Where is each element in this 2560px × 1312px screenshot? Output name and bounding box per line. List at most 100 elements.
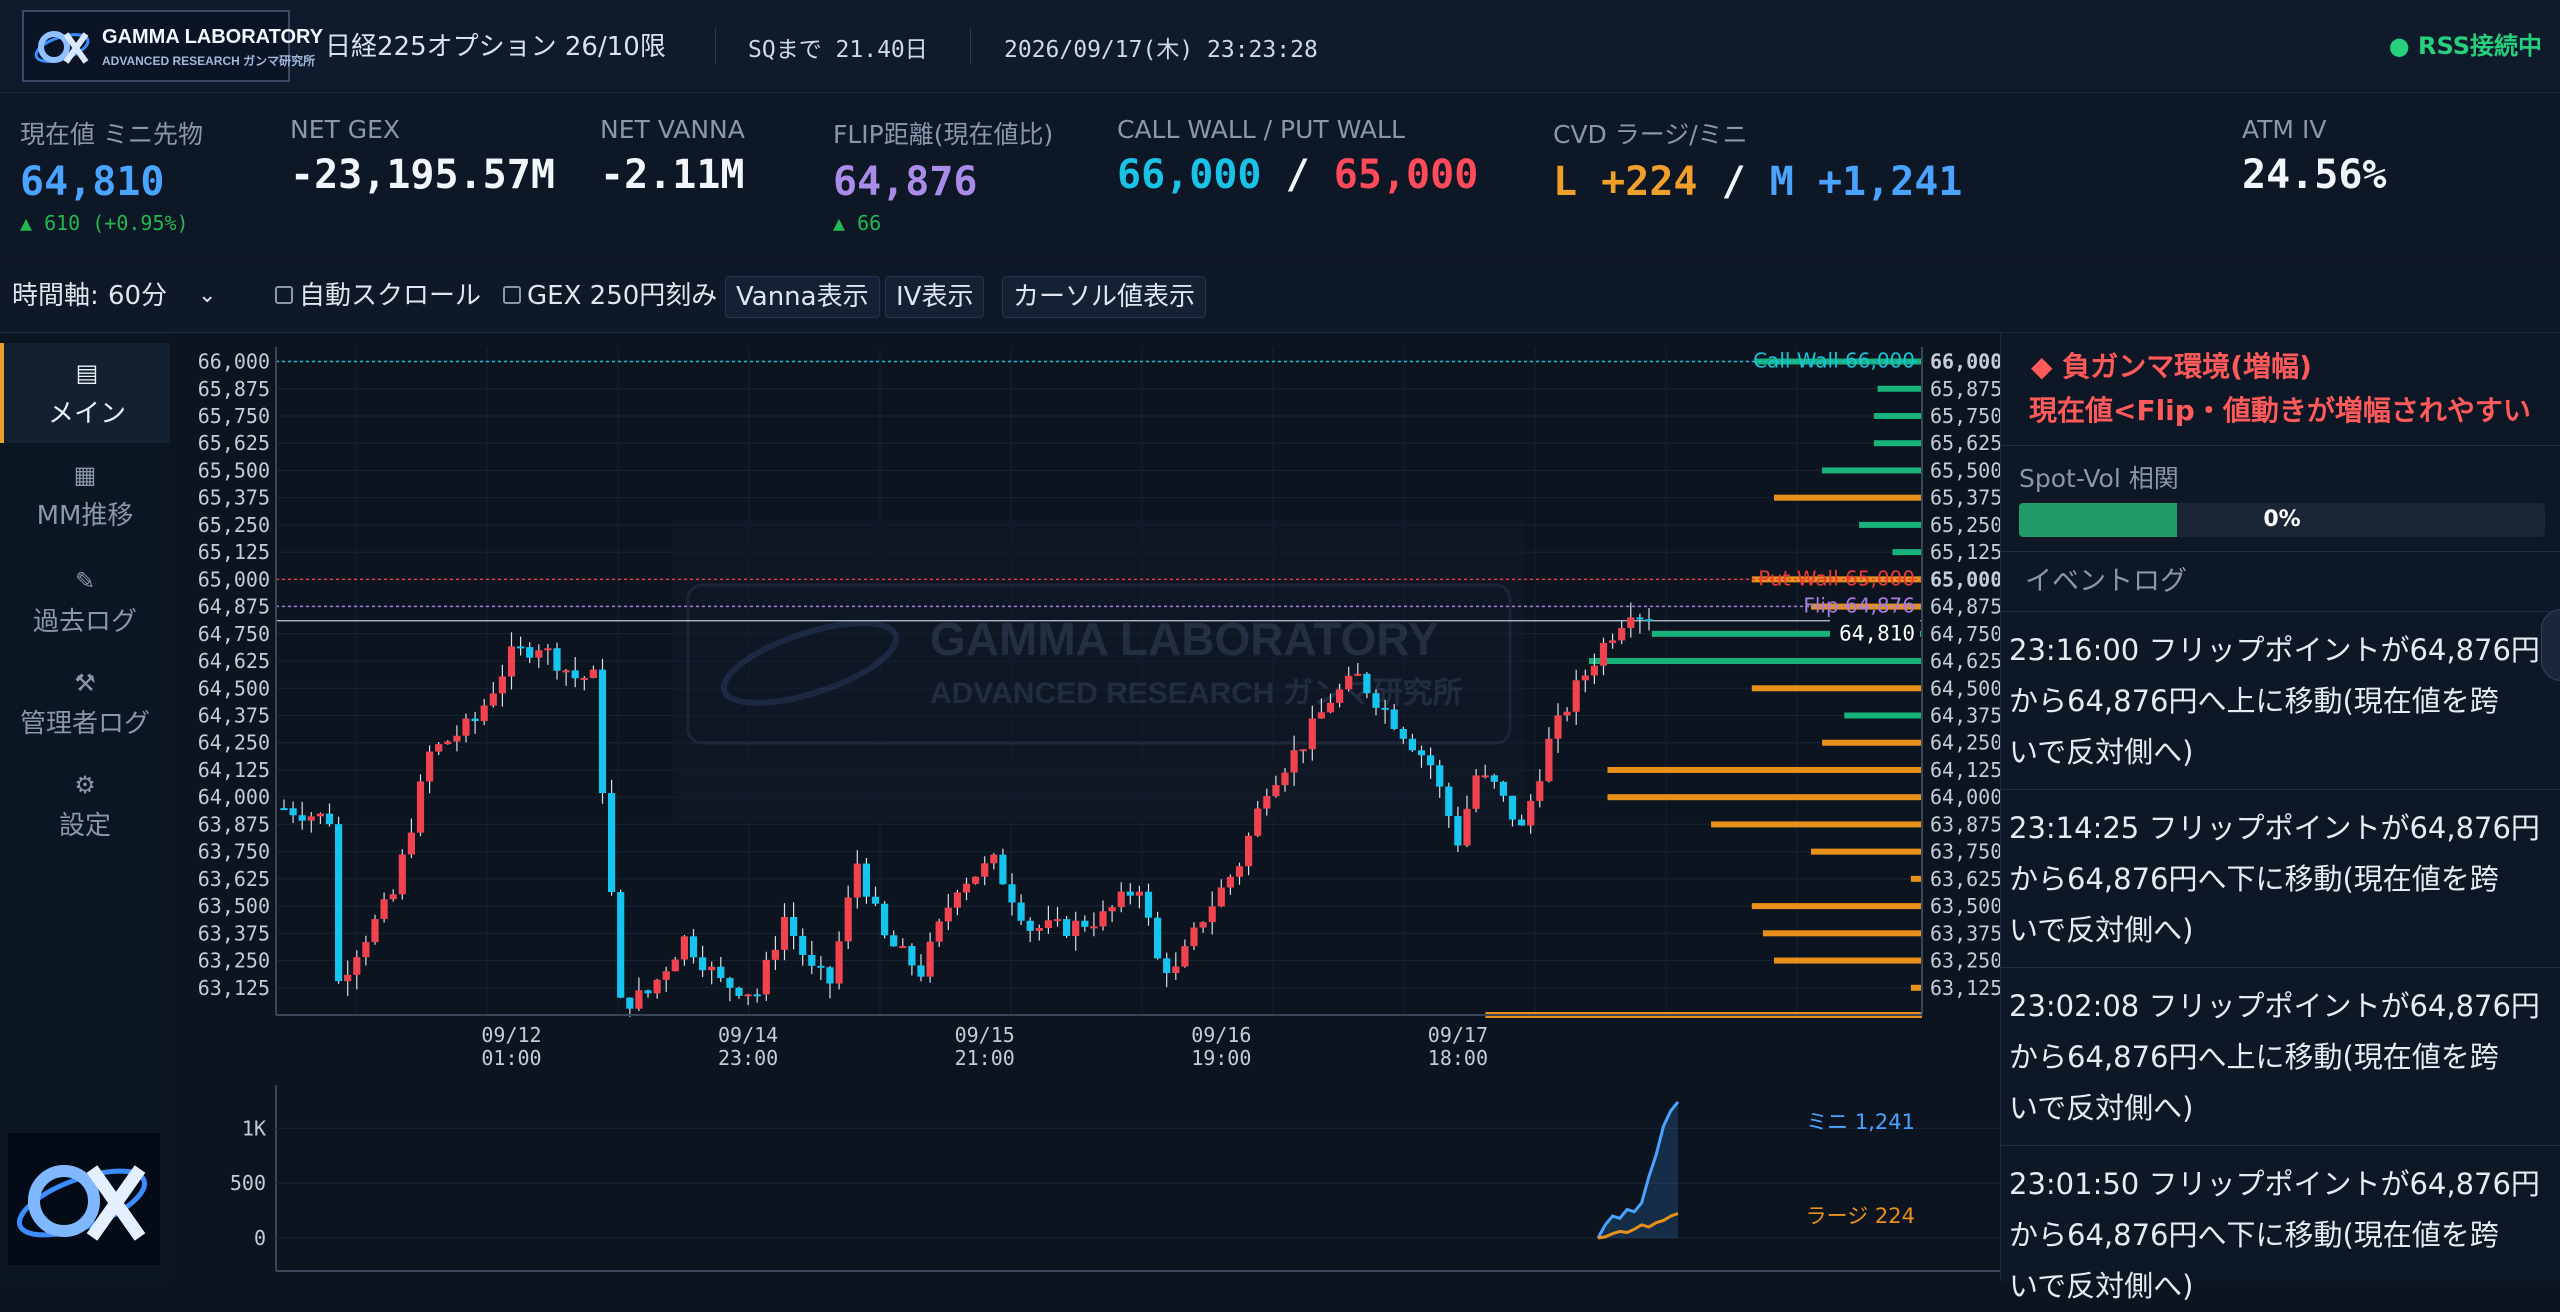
candle-body xyxy=(699,957,707,971)
candle-body xyxy=(1008,884,1016,903)
candle-body xyxy=(1618,628,1626,641)
candle-body xyxy=(626,997,634,1009)
candle-body xyxy=(1235,866,1244,877)
sidebar-item-label: 過去ログ xyxy=(32,607,137,637)
y-tick-label-right: 63,250 xyxy=(1930,949,2000,973)
divider xyxy=(715,28,716,64)
event-log-item: 23:14:25 フリップポイントが64,876円 から64,876円へ下に移動… xyxy=(2009,803,2557,956)
candle-body xyxy=(1072,920,1080,936)
divider xyxy=(2001,445,2560,446)
y-tick-label: 64,375 xyxy=(198,703,270,727)
gex-bar xyxy=(1751,685,1922,692)
gex-bar xyxy=(1822,739,1922,746)
sidebar-item-label: MM推移 xyxy=(36,501,134,531)
metric-net-gex-value: -23,195.57M xyxy=(290,152,555,198)
candle-body xyxy=(1563,711,1571,716)
timeframe-value: 60分 xyxy=(108,281,168,311)
candle-body xyxy=(307,816,315,821)
candle-body xyxy=(1326,702,1335,713)
checkbox-icon xyxy=(503,285,521,304)
candle-body xyxy=(535,650,543,658)
sidebar-item-history[interactable]: ✎ 過去ログ xyxy=(0,551,170,651)
event-log-line: いで反対側へ) xyxy=(2009,913,2194,947)
chart-area[interactable]: GAMMA LABORATORY ADVANCED RESEARCH ガンマ研究… xyxy=(170,333,2002,1281)
candle-body xyxy=(298,815,306,821)
candle-body xyxy=(462,718,470,736)
divider xyxy=(2001,1145,2560,1146)
metric-atm-iv-label: ATM IV xyxy=(2242,115,2327,144)
y-tick-label: 64,500 xyxy=(198,676,270,700)
candle-body xyxy=(1217,887,1225,907)
candle-body xyxy=(753,994,761,997)
timeframe-select[interactable]: 60分 ⌄ xyxy=(108,276,228,316)
candle-body xyxy=(635,990,643,1009)
y-tick-label-right: 63,875 xyxy=(1930,812,2000,836)
timeframe-label: 時間軸: xyxy=(12,281,99,311)
event-log-line: から64,876円へ下に移動(現在値を跨 xyxy=(2009,1218,2499,1252)
y-tick-label: 63,375 xyxy=(198,921,270,945)
candle-body xyxy=(762,959,770,995)
right-panel: ◆ 負ガンマ環境(増幅) 現在値<Flip・値動きが増幅されやすい Spot-V… xyxy=(2000,333,2560,1303)
y-tick-label-right: 65,250 xyxy=(1930,513,2000,537)
iv-button[interactable]: IV表示 xyxy=(885,276,985,318)
sidebar-item-main[interactable]: ▤ メイン xyxy=(0,343,170,443)
candle-body xyxy=(517,646,525,649)
candle-body xyxy=(617,892,625,998)
candle-body xyxy=(780,917,789,950)
x-tick-time: 19:00 xyxy=(1191,1046,1251,1070)
candle-body xyxy=(1144,891,1153,918)
candle-body xyxy=(1053,919,1062,922)
panel-collapse-handle[interactable] xyxy=(2541,609,2560,681)
candle-body xyxy=(1508,795,1517,820)
candle-body xyxy=(1490,775,1498,782)
candle-body xyxy=(1463,808,1471,846)
candle-body xyxy=(1399,728,1407,739)
candle-body xyxy=(416,781,425,833)
gex-step-label: GEX 250円刻み xyxy=(527,281,718,311)
sidebar-item-admin-log[interactable]: ⚒ 管理者ログ xyxy=(0,653,170,753)
x-tick-time: 23:00 xyxy=(718,1046,778,1070)
event-log-line: いで反対側へ) xyxy=(2009,1269,2194,1303)
sidebar-item-mm[interactable]: ▦ MM推移 xyxy=(0,445,170,545)
candle-body xyxy=(1044,920,1052,929)
auto-scroll-checkbox[interactable]: 自動スクロール xyxy=(275,276,481,316)
sidebar-item-settings[interactable]: ⚙ 設定 xyxy=(0,755,170,855)
cvd-tick-label: 0 xyxy=(254,1226,266,1250)
chevron-down-icon: ⌄ xyxy=(198,283,217,308)
gex-bar xyxy=(1892,549,1922,556)
gex-bar xyxy=(1751,903,1922,910)
candle-body xyxy=(389,894,397,900)
gex-step-checkbox[interactable]: GEX 250円刻み xyxy=(503,276,717,316)
walls-separator: / xyxy=(1285,152,1310,198)
metric-net-gex: NET GEX -23,195.57M xyxy=(290,115,555,198)
candle-body xyxy=(544,648,552,651)
price-chart[interactable]: GAMMA LABORATORY ADVANCED RESEARCH ガンマ研究… xyxy=(170,333,2002,1281)
x-tick-date: 09/12 xyxy=(481,1023,541,1047)
y-tick-label: 64,875 xyxy=(198,595,270,619)
brand-logo[interactable]: GAMMA LABORATORY ADVANCED RESEARCH ガンマ研究… xyxy=(22,10,323,82)
candle-body xyxy=(972,876,980,884)
candle-body xyxy=(1363,673,1371,694)
y-tick-label-right: 64,875 xyxy=(1930,595,2000,619)
event-log-line: 23:02:08 フリップポイントが64,876円 xyxy=(2009,989,2540,1023)
cvd-tick-label: 1K xyxy=(242,1116,266,1140)
candle-body xyxy=(1445,786,1453,817)
x-tick-time: 18:00 xyxy=(1428,1046,1488,1070)
gex-bar xyxy=(1910,984,1922,991)
sq-countdown: SQまで 21.40日 xyxy=(748,37,928,63)
candle-body xyxy=(471,718,479,722)
candle-body xyxy=(407,832,415,855)
y-tick-label: 65,625 xyxy=(198,431,270,455)
gex-bar xyxy=(1844,712,1922,719)
candle-body xyxy=(735,987,743,996)
y-tick-label-right: 65,750 xyxy=(1930,404,2000,428)
top-bar: GAMMA LABORATORY ADVANCED RESEARCH ガンマ研究… xyxy=(0,0,2560,93)
candle-body xyxy=(1099,911,1107,927)
y-tick-label: 66,000 xyxy=(198,350,270,374)
vanna-button[interactable]: Vanna表示 xyxy=(725,276,880,318)
cursor-value-button[interactable]: カーソル値表示 xyxy=(1002,276,1207,318)
candle-body xyxy=(1108,907,1116,912)
candle-body xyxy=(1472,775,1480,809)
candle-body xyxy=(1627,617,1635,629)
candle-body xyxy=(1199,922,1207,928)
